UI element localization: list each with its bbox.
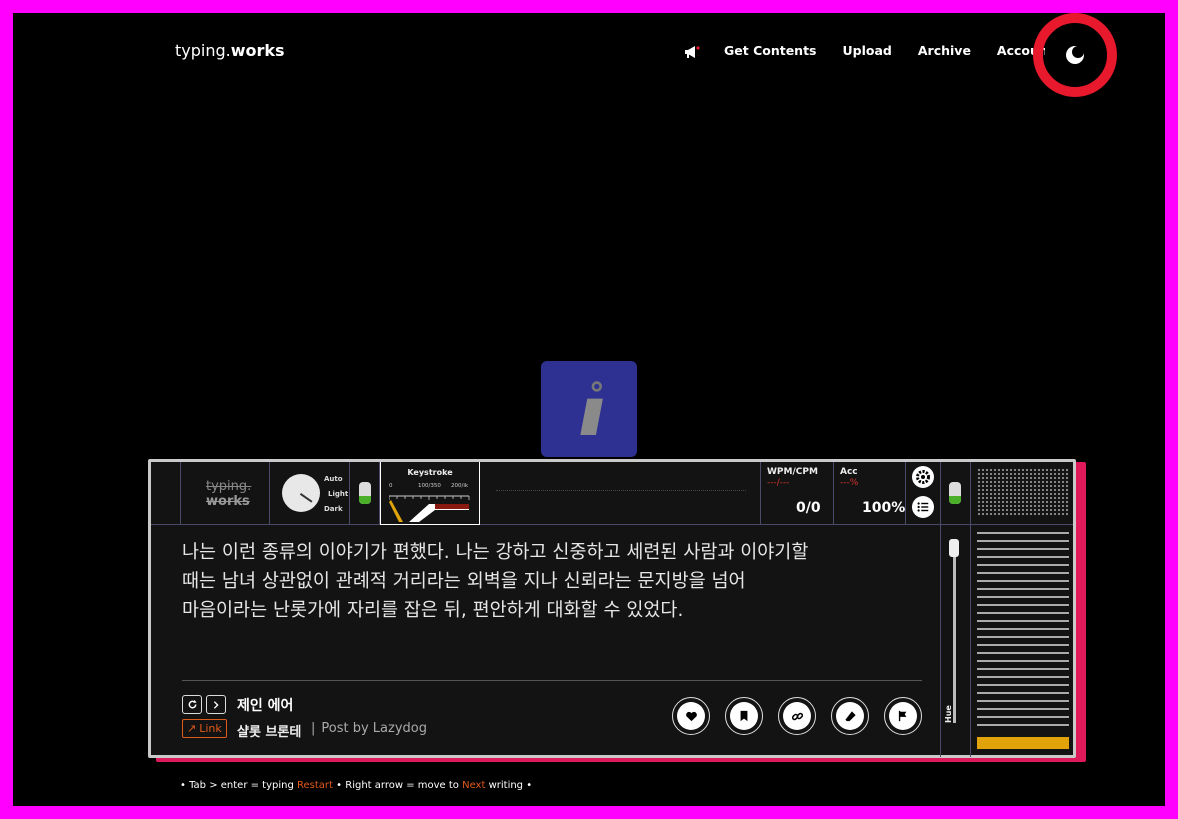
link-arrow-icon: ↗ — [187, 722, 197, 735]
moon-icon — [1066, 46, 1084, 64]
ks-scale-100: 100/350 — [418, 483, 441, 489]
list-icon[interactable] — [912, 496, 934, 518]
poster-info: | Post by Lazydog — [311, 721, 427, 736]
megaphone-icon[interactable] — [684, 45, 700, 59]
like-button[interactable] — [672, 697, 710, 735]
hue-slider-col: Hue — [941, 525, 971, 757]
chain-link-icon — [791, 712, 803, 720]
passage-title: 제인 에어 — [237, 698, 294, 714]
acc-label: Acc — [840, 467, 858, 477]
top-nav: Get Contents Upload Archive Account — [684, 43, 1045, 58]
gold-bar — [977, 737, 1069, 749]
knob-label-dark: Dark — [324, 505, 343, 513]
blank-cell — [151, 462, 181, 525]
vent-lines — [977, 532, 1069, 732]
theme-knob-cell: Auto Light Dark — [270, 462, 350, 525]
eraser-icon — [844, 710, 856, 721]
knob-label-light: Light — [328, 490, 349, 498]
site-logo[interactable]: typing.works — [175, 41, 285, 60]
info-icon[interactable] — [541, 361, 637, 457]
acc-sub: ---% — [840, 478, 859, 488]
settings-cell — [906, 462, 941, 525]
nav-archive[interactable]: Archive — [918, 43, 971, 58]
flag-icon — [898, 710, 907, 722]
keystroke-gauge — [389, 495, 470, 522]
hue-label: Hue — [944, 705, 953, 723]
speaker-panel — [971, 462, 1073, 757]
settings-gear-icon[interactable] — [912, 466, 934, 488]
control-row: typing. works Auto Light Dark Keystroke … — [151, 462, 1073, 525]
passage-line-3: 마음이라는 난롯가에 자리를 잡은 뒤, 편안하게 대화할 수 있었다. — [182, 600, 684, 621]
ghost-wave-cell — [480, 462, 761, 525]
passage-line-2: 때는 남녀 상관없이 관례적 거리라는 외벽을 지나 신뢰라는 문지방을 넘어 — [182, 571, 746, 592]
eraser-button[interactable] — [831, 697, 869, 735]
divider — [182, 680, 922, 681]
link-label: Link — [199, 722, 222, 735]
typing-text-area[interactable]: 나는 이런 종류의 이야기가 편했다. 나는 강하고 신중하고 세련된 사람과 … — [151, 525, 941, 757]
mode-toggle[interactable] — [949, 482, 961, 504]
nav-get-contents[interactable]: Get Contents — [724, 43, 817, 58]
ks-scale-200: 200/ik — [451, 483, 469, 489]
typing-machine: typing. works Auto Light Dark Keystroke … — [148, 459, 1076, 758]
ks-scale-0: 0 — [389, 483, 393, 489]
wpm-value: 0/0 — [796, 500, 821, 516]
share-link-button[interactable] — [778, 697, 816, 735]
passage-text: 나는 이런 종류의 이야기가 편했다. 나는 강하고 신중하고 세련된 사람과 … — [182, 538, 922, 625]
wpm-label: WPM/CPM — [767, 467, 818, 477]
dark-mode-toggle[interactable] — [1033, 13, 1117, 97]
passage-line-1: 나는 이런 종류의 이야기가 편했다. 나는 강하고 신중하고 세련된 사람과 … — [182, 542, 809, 563]
toggle-cell-1 — [350, 462, 380, 525]
mini-logo-cell: typing. works — [181, 462, 270, 525]
bookmark-icon — [740, 710, 748, 722]
speaker-grille — [977, 468, 1069, 516]
wave-line — [496, 490, 746, 491]
heart-icon — [685, 711, 697, 721]
bookmark-button[interactable] — [725, 697, 763, 735]
knob-label-auto: Auto — [324, 475, 343, 483]
nav-upload[interactable]: Upload — [843, 43, 892, 58]
keystroke-title: Keystroke — [407, 468, 453, 477]
hue-track[interactable] — [953, 543, 956, 723]
link-button[interactable]: ↗ Link — [182, 719, 227, 738]
keystroke-meter: Keystroke 0 100/350 200/ik — [380, 462, 480, 525]
passage-author: 샬롯 브론테 — [237, 725, 302, 740]
toggle-cell-2 — [941, 462, 971, 525]
acc-cell: Acc ---% 100% — [834, 462, 906, 525]
sound-toggle[interactable] — [359, 482, 371, 504]
report-button[interactable] — [884, 697, 922, 735]
acc-value: 100% — [862, 500, 906, 516]
theme-knob[interactable] — [282, 474, 320, 512]
restart-icon[interactable] — [182, 695, 202, 714]
keyboard-hint: • Tab > enter = typing Restart • Right a… — [180, 780, 533, 791]
next-chevron-icon[interactable] — [206, 695, 226, 714]
wpm-sub: ---/--- — [767, 478, 790, 488]
wpm-cell: WPM/CPM ---/--- 0/0 — [761, 462, 834, 525]
mini-logo: typing. works — [206, 479, 252, 509]
hue-slider-thumb[interactable] — [949, 539, 959, 557]
